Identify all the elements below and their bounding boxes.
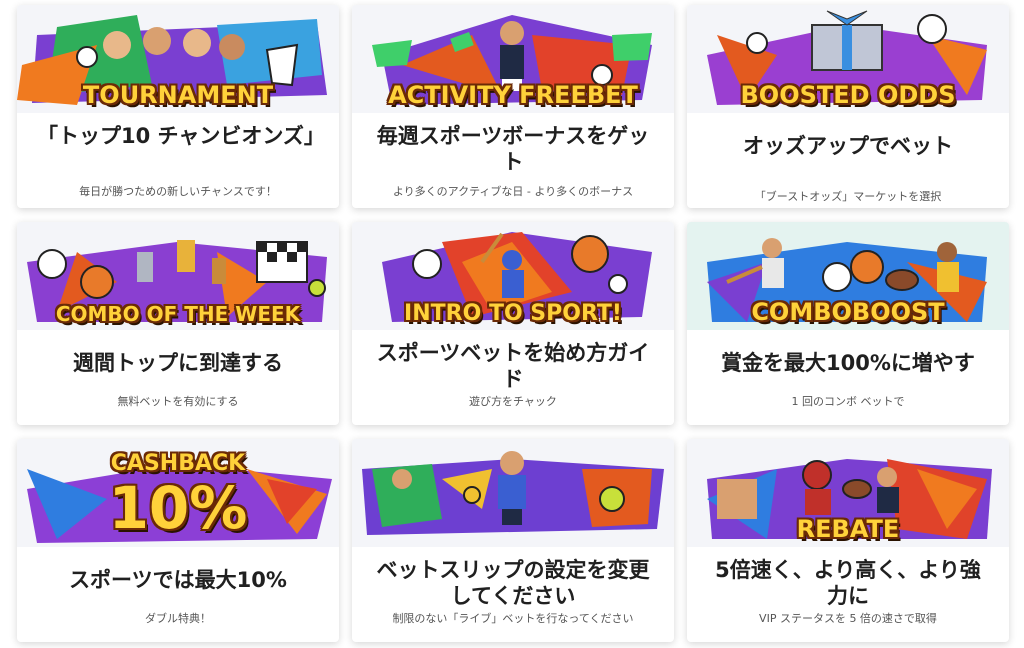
card-title: 週間トップに到達する — [73, 351, 283, 375]
boosted-odds-banner: BOOSTED ODDS — [687, 5, 1009, 113]
betslip-banner — [352, 439, 674, 547]
card-title: 5倍速く、より高く、より強力に — [715, 558, 981, 608]
banner-title: ACTIVITY FREEBET — [388, 81, 638, 109]
cashback-banner: CASHBACK 10% — [17, 439, 339, 547]
promo-card-intro-to-sport[interactable]: INTRO TO SPORT! スポーツベットを始め方ガイド 遊び方をチャック — [352, 222, 674, 425]
promotions-grid: TOURNAMENT 「トップ10 チャンビオンズ」 毎日が勝つための新しいチャ… — [17, 5, 1009, 643]
banner-title: REBATE — [796, 515, 900, 543]
banner-title: CASHBACK — [110, 451, 246, 476]
banner-percentage: 10% — [108, 474, 248, 542]
card-title: スポーツベットを始め方ガイド — [376, 341, 650, 391]
card-subtitle: 毎日が勝つための新しいチャンスです！ — [79, 185, 277, 198]
comboboost-banner: COMBOBOOST — [687, 222, 1009, 330]
banner-title: COMBO OF THE WEEK — [55, 302, 301, 326]
card-subtitle: より多くのアクティブな日 - より多くのボーナス — [392, 185, 634, 198]
card-subtitle: ダブル特典！ — [145, 612, 211, 625]
card-title: スポーツでは最大10% — [69, 568, 287, 592]
card-subtitle: 制限のない「ライブ」ベットを行なってください — [392, 612, 634, 625]
card-title: 毎週スポーツボーナスをゲット — [376, 124, 650, 174]
card-title: 賞金を最大100%に増やす — [721, 351, 975, 375]
banner-title: COMBOBOOST — [751, 298, 945, 326]
card-subtitle: VIP ステータスを 5 倍の速さで取得 — [759, 612, 937, 625]
promo-card-comboboost[interactable]: COMBOBOOST 賞金を最大100%に増やす 1 回のコンボ ベットで — [687, 222, 1009, 425]
activity-freebet-banner: ACTIVITY FREEBET — [352, 5, 674, 113]
promo-card-combo-of-the-week[interactable]: COMBO OF THE WEEK 週間トップに到達する 無料ベットを有効にする — [17, 222, 339, 425]
promo-card-rebate[interactable]: REBATE 5倍速く、より高く、より強力に VIP ステータスを 5 倍の速さ… — [687, 439, 1009, 642]
intro-to-sport-banner: INTRO TO SPORT! — [352, 222, 674, 330]
card-title: ベットスリップの設定を変更してください — [376, 558, 650, 608]
banner-title: TOURNAMENT — [82, 81, 274, 109]
banner-title: BOOSTED ODDS — [740, 81, 956, 109]
card-title: 「トップ10 チャンビオンズ」 — [37, 124, 325, 148]
card-subtitle: 1 回のコンボ ベットで — [791, 395, 905, 408]
promo-card-cashback[interactable]: CASHBACK 10% スポーツでは最大10% ダブル特典！ — [17, 439, 339, 642]
promo-card-boosted-odds[interactable]: BOOSTED ODDS オッズアップでベット 「ブーストオッズ」マーケットを選… — [687, 5, 1009, 208]
card-title: オッズアップでベット — [743, 134, 953, 158]
promo-card-activity-freebet[interactable]: ACTIVITY FREEBET 毎週スポーツボーナスをゲット より多くのアクテ… — [352, 5, 674, 208]
card-subtitle: 「ブーストオッズ」マーケットを選択 — [754, 190, 942, 203]
promo-card-betslip[interactable]: ベットスリップの設定を変更してください 制限のない「ライブ」ベットを行なってくだ… — [352, 439, 674, 642]
promo-card-tournament[interactable]: TOURNAMENT 「トップ10 チャンビオンズ」 毎日が勝つための新しいチャ… — [17, 5, 339, 208]
combo-of-the-week-banner: COMBO OF THE WEEK — [17, 222, 339, 330]
rebate-banner: REBATE — [687, 439, 1009, 547]
card-subtitle: 無料ベットを有効にする — [117, 395, 239, 408]
tournament-banner: TOURNAMENT — [17, 5, 339, 113]
card-subtitle: 遊び方をチャック — [469, 395, 557, 408]
banner-title: INTRO TO SPORT! — [404, 301, 622, 326]
